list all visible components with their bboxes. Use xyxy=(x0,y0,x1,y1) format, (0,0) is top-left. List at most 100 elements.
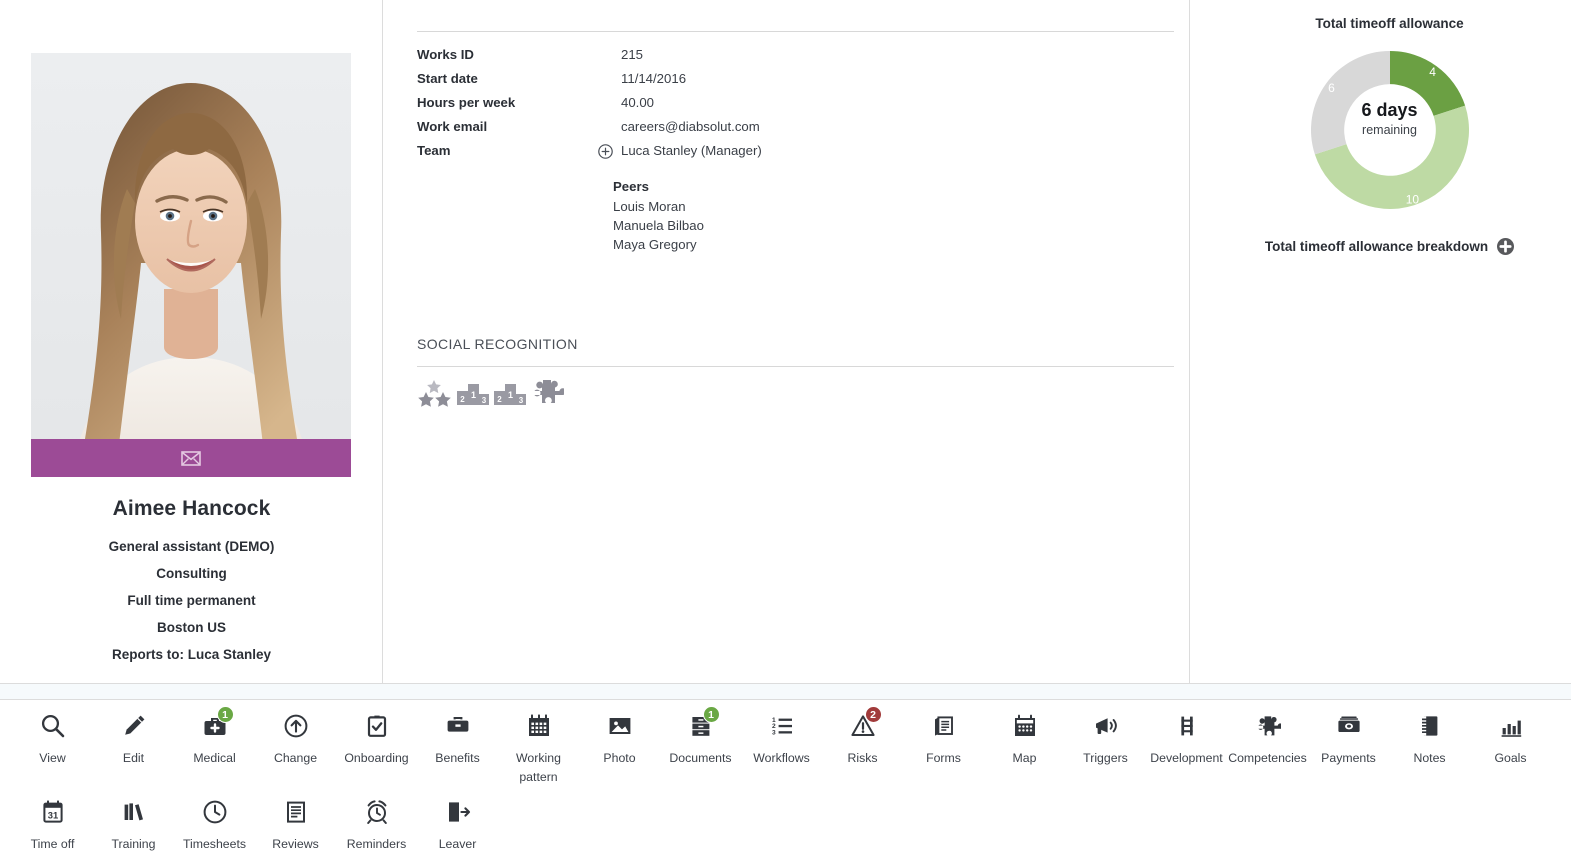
toolbar-item-label: Map xyxy=(1013,749,1037,768)
plus-circle-icon[interactable] xyxy=(1497,238,1514,255)
ladder-icon xyxy=(1174,709,1200,743)
donut-slice-label: 4 xyxy=(1429,65,1436,79)
field-add-icon[interactable] xyxy=(598,140,621,159)
toolbar-item-development[interactable]: Development xyxy=(1146,709,1227,787)
toolbar-item-risks[interactable]: 2 Risks xyxy=(822,709,903,787)
toolbar-item-onboarding[interactable]: Onboarding xyxy=(336,709,417,787)
clock-icon xyxy=(202,795,228,829)
toolbar-row-1: ViewEdit1Medical Change Onboarding Benefits… xyxy=(0,701,1571,787)
toolbar-item-payments[interactable]: Payments xyxy=(1308,709,1389,787)
toolbar-item-label: Onboarding xyxy=(344,749,408,768)
peers-block: Peers Louis MoranManuela BilbaoMaya Greg… xyxy=(613,179,704,254)
calendar-grid-icon xyxy=(526,709,552,743)
employee-department: Consulting xyxy=(0,560,383,587)
field-value: Luca Stanley (Manager) xyxy=(621,140,762,158)
toolbar-item-documents[interactable]: 1Documents xyxy=(660,709,741,787)
peer-name[interactable]: Manuela Bilbao xyxy=(613,216,704,235)
toolbar-item-map[interactable]: Map xyxy=(984,709,1065,787)
puzzle-badge-icon[interactable] xyxy=(530,378,564,410)
toolbar-item-notes[interactable]: Notes xyxy=(1389,709,1470,787)
toolbar-item-time-off[interactable]: 31 Time off xyxy=(12,795,93,854)
upper-content: Aimee Hancock General assistant (DEMO) C… xyxy=(0,0,1571,683)
svg-text:3: 3 xyxy=(482,396,487,405)
banknote-icon xyxy=(1336,709,1362,743)
image-icon xyxy=(607,709,633,743)
toolbar-item-label: Risks xyxy=(847,749,877,768)
social-recognition-heading: SOCIAL RECOGNITION xyxy=(417,336,578,352)
field-add-icon xyxy=(598,68,621,72)
podium-badge-icon[interactable]: 1 2 3 xyxy=(493,381,527,407)
svg-text:1: 1 xyxy=(508,390,513,400)
toolbar-item-training[interactable]: Training xyxy=(93,795,174,854)
toolbar-item-forms[interactable]: Forms xyxy=(903,709,984,787)
toolbar-item-leaver[interactable]: Leaver xyxy=(417,795,498,854)
donut-slice-label: 6 xyxy=(1328,81,1335,95)
employee-profile-page: Aimee Hancock General assistant (DEMO) C… xyxy=(0,0,1571,859)
alarm-clock-icon xyxy=(364,795,390,829)
field-row: Works ID 215 xyxy=(417,44,1177,68)
toolbar-item-label: Working pattern xyxy=(499,749,579,787)
toolbar-item-workflows[interactable]: 123Workflows xyxy=(741,709,822,787)
toolbar-row-2: 31 Time off Training TimesheetsReviews Remin… xyxy=(0,787,1571,854)
toolbar-item-label: Payments xyxy=(1321,749,1376,768)
field-label: Start date xyxy=(417,68,598,86)
field-add-icon xyxy=(598,44,621,48)
toolbar-item-reviews[interactable]: Reviews xyxy=(255,795,336,854)
numbered-list-icon: 123 xyxy=(769,709,795,743)
svg-text:31: 31 xyxy=(47,809,57,820)
toolbar-item-goals[interactable]: Goals xyxy=(1470,709,1551,787)
toolbar-item-label: Time off xyxy=(31,835,75,854)
podium-badge-icon[interactable]: 1 2 3 xyxy=(456,381,490,407)
field-add-icon xyxy=(598,92,621,96)
documents-stack-icon xyxy=(931,709,957,743)
donut-slice-label: 10 xyxy=(1405,192,1419,206)
toolbar-item-label: Training xyxy=(112,835,156,854)
svg-text:2: 2 xyxy=(497,395,502,404)
toolbar-item-benefits[interactable]: Benefits xyxy=(417,709,498,787)
toolbar-item-label: Photo xyxy=(603,749,635,768)
toolbar-item-label: Goals xyxy=(1494,749,1526,768)
toolbar-item-photo[interactable]: Photo xyxy=(579,709,660,787)
toolbar-badge: 2 xyxy=(865,706,882,723)
warning-triangle-icon: 2 xyxy=(850,709,876,743)
toolbar-item-edit[interactable]: Edit xyxy=(93,709,174,787)
toolbar-item-view[interactable]: View xyxy=(12,709,93,787)
toolbar-item-label: Leaver xyxy=(439,835,477,854)
bar-chart-icon xyxy=(1498,709,1524,743)
field-row: Work emailcareers@diabsolut.com xyxy=(417,116,1177,140)
field-value: 11/14/2016 xyxy=(621,68,686,86)
allowance-donut-chart: 4 10 6 xyxy=(1208,42,1571,224)
field-label: Works ID xyxy=(417,44,598,62)
envelope-icon xyxy=(181,451,201,466)
toolbar-item-competencies[interactable]: Competencies xyxy=(1227,709,1308,787)
toolbar-item-triggers[interactable]: Triggers xyxy=(1065,709,1146,787)
profile-card: Aimee Hancock General assistant (DEMO) C… xyxy=(0,0,383,683)
toolbar-item-working-pattern[interactable]: Working pattern xyxy=(498,709,579,787)
donut-slice[interactable] xyxy=(1390,51,1465,116)
field-value: 215 xyxy=(621,44,643,62)
allowance-breakdown-row[interactable]: Total timeoff allowance breakdown xyxy=(1208,238,1571,255)
toolbar-item-label: Notes xyxy=(1413,749,1445,768)
peer-name[interactable]: Louis Moran xyxy=(613,197,704,216)
donut-slice[interactable] xyxy=(1311,51,1390,154)
toolbar-item-label: Reminders xyxy=(347,835,406,854)
field-add-icon xyxy=(598,116,621,120)
send-email-button[interactable] xyxy=(31,439,351,477)
toolbar-item-label: Change xyxy=(274,749,317,768)
panel-separator xyxy=(0,683,1571,700)
arrow-up-circle-icon xyxy=(283,709,309,743)
toolbar-item-label: Documents xyxy=(669,749,731,768)
field-label: Team xyxy=(417,140,598,158)
toolbar-item-medical[interactable]: 1Medical xyxy=(174,709,255,787)
peers-list: Louis MoranManuela BilbaoMaya Gregory xyxy=(613,197,704,254)
toolbar-item-label: Medical xyxy=(193,749,235,768)
field-label: Hours per week xyxy=(417,92,598,110)
field-row: Hours per week40.00 xyxy=(417,92,1177,116)
toolbar-item-timesheets[interactable]: Timesheets xyxy=(174,795,255,854)
allowance-title: Total timeoff allowance xyxy=(1208,16,1571,31)
toolbar-item-reminders[interactable]: Reminders xyxy=(336,795,417,854)
stars-badge-icon[interactable] xyxy=(417,379,453,409)
peer-name[interactable]: Maya Gregory xyxy=(613,235,704,254)
toolbar-item-change[interactable]: Change xyxy=(255,709,336,787)
employee-job-title: General assistant (DEMO) xyxy=(0,533,383,560)
